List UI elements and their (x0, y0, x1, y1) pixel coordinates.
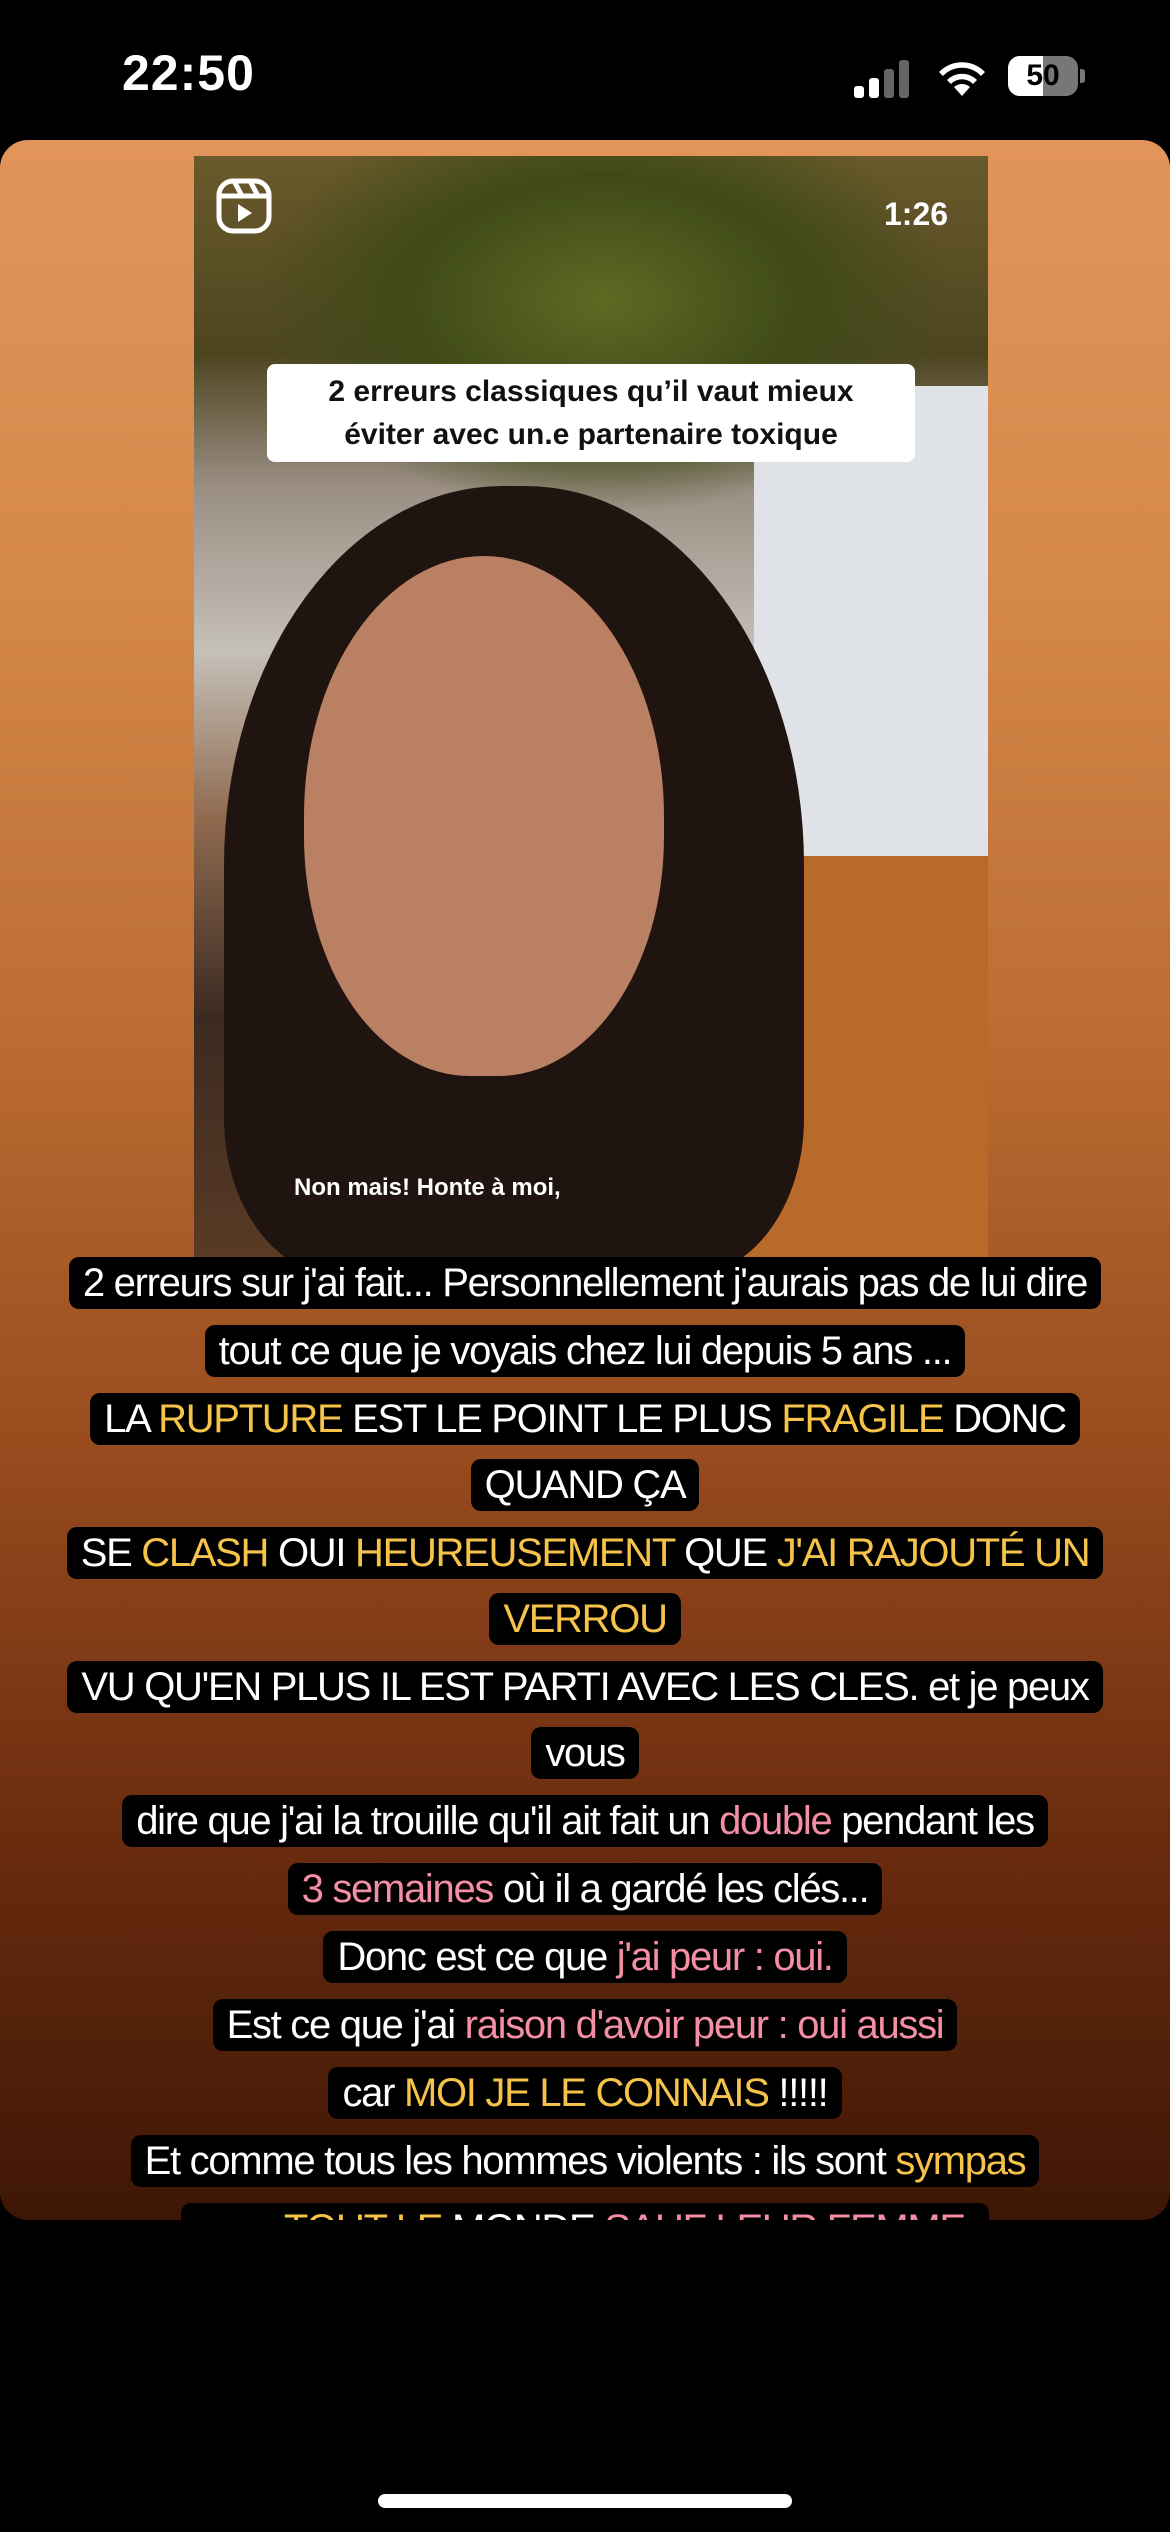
overlay-text: MONDE (442, 2207, 604, 2220)
overlay-text: tout ce que je voyais chez lui depuis 5 … (218, 1329, 953, 1373)
overlay-line: tout ce que je voyais chez lui depuis 5 … (30, 1318, 1140, 1384)
highlighted-text: CLASH (141, 1531, 269, 1575)
highlighted-text: 3 semaines (301, 1867, 495, 1911)
overlay-line: VU QU'EN PLUS IL EST PARTI AVEC LES CLES… (30, 1654, 1140, 1786)
overlay-text: où il a gardé les clés... (493, 1867, 870, 1911)
highlighted-text: TOUT LE (284, 2207, 444, 2220)
highlighted-text: double (719, 1799, 833, 1843)
overlay-text: SE (80, 1531, 142, 1575)
overlay-line: dire que j'ai la trouille qu'il ait fait… (30, 1788, 1140, 1854)
highlighted-text: SAUF LEUR FEMME. (604, 2207, 976, 2220)
overlay-text: dire que j'ai la trouille qu'il ait fait… (136, 1799, 720, 1843)
status-time: 22:50 (122, 45, 255, 101)
overlay-text: EST LE POINT LE PLUS (342, 1397, 782, 1441)
home-indicator[interactable] (378, 2494, 792, 2508)
overlay-line: car MOI JE LE CONNAIS !!!!! (30, 2060, 1140, 2126)
overlay-line: Est ce que j'ai raison d'avoir peur : ou… (30, 1992, 1140, 2058)
overlay-text: Et comme tous les hommes violents : ils … (144, 2139, 896, 2183)
overlay-text: 2 erreurs sur j'ai fait... Personnelleme… (82, 1261, 1089, 1305)
overlay-line: Et comme tous les hommes violents : ils … (30, 2128, 1140, 2194)
overlay-text: VU QU'EN PLUS IL EST PARTI AVEC LES CLES… (81, 1665, 1089, 1775)
story-card[interactable]: 1:26 2 erreurs classiques qu’il vaut mie… (0, 140, 1170, 2220)
highlighted-text: sympas (895, 2139, 1026, 2183)
highlighted-text: j'ai peur : oui. (616, 1935, 834, 1979)
overlay-text: avec (195, 2207, 283, 2220)
highlighted-text: raison d'avoir peur : oui aussi (464, 2003, 945, 2047)
overlay-line: 3 semaines où il a gardé les clés... (30, 1856, 1140, 1922)
highlighted-text: MOI JE LE CONNAIS (403, 2071, 770, 2115)
story-text-overlay: 2 erreurs sur j'ai fait... Personnelleme… (30, 1250, 1140, 2220)
reel-caption-line2: éviter avec un.e partenaire toxique (344, 418, 838, 451)
wifi-icon (939, 62, 985, 96)
overlay-text: pendant les (831, 1799, 1035, 1843)
overlay-text: Est ce que j'ai (226, 2003, 465, 2047)
highlighted-text: HEUREUSEMENT (355, 1531, 676, 1575)
highlighted-text: FRAGILE (781, 1397, 944, 1441)
overlay-text: !!!!! (768, 2071, 828, 2115)
reels-icon (216, 178, 272, 234)
overlay-text: OUI (268, 1531, 355, 1575)
battery-icon: 50 (1008, 56, 1086, 96)
overlay-line: 2 erreurs sur j'ai fait... Personnelleme… (30, 1250, 1140, 1316)
reel-duration: 1:26 (884, 196, 949, 232)
battery-percentage: 50 (1026, 59, 1060, 92)
reel-video[interactable]: 1:26 2 erreurs classiques qu’il vaut mie… (194, 156, 988, 1260)
highlighted-text: RUPTURE (158, 1397, 344, 1441)
reel-caption: 2 erreurs classiques qu’il vaut mieux év… (267, 364, 915, 462)
overlay-text: LA (104, 1397, 159, 1441)
status-bar: 22:50 50 (0, 0, 1170, 140)
overlay-line: Donc est ce que j'ai peur : oui. (30, 1924, 1140, 1990)
overlay-line: LA RUPTURE EST LE POINT LE PLUS FRAGILE … (30, 1386, 1140, 1518)
overlay-text: car (342, 2071, 404, 2115)
overlay-line: avec TOUT LE MONDE SAUF LEUR FEMME. (30, 2196, 1140, 2220)
overlay-line: SE CLASH OUI HEUREUSEMENT QUE J'AI RAJOU… (30, 1520, 1140, 1652)
reel-subtitle: Non mais! Honte à moi, (294, 1174, 561, 1201)
reel-caption-line1: 2 erreurs classiques qu’il vaut mieux (328, 375, 854, 408)
overlay-text: QUE (674, 1531, 777, 1575)
overlay-text: Donc est ce que (337, 1935, 617, 1979)
cellular-signal-icon (854, 60, 909, 98)
